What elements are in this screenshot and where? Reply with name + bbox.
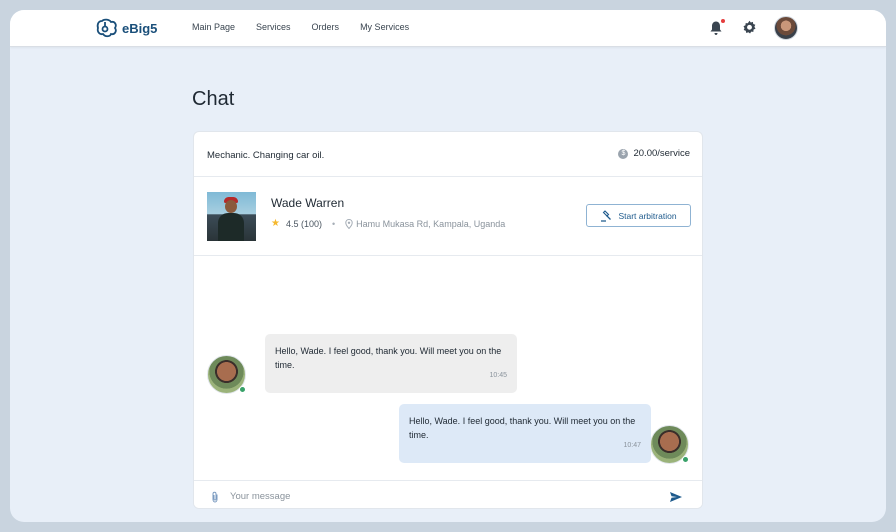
user-avatar[interactable] <box>774 16 798 40</box>
provider-name[interactable]: Wade Warren <box>271 196 344 210</box>
logo-text: eBig5 <box>122 20 158 36</box>
service-price: $ 20.00/service <box>618 148 690 159</box>
message-bubble-incoming: Hello, Wade. I feel good, thank you. Wil… <box>265 334 517 393</box>
location-pin-icon <box>345 218 353 229</box>
message-time: 10:45 <box>489 372 507 379</box>
gear-icon[interactable] <box>742 20 757 35</box>
start-arbitration-label: Start arbitration <box>618 210 677 221</box>
online-indicator <box>682 456 689 463</box>
paperclip-icon[interactable] <box>210 491 220 503</box>
coin-icon: $ <box>618 148 629 159</box>
provider-meta: ★ 4.5 (100) • Hamu Mukasa Rd, Kampala, U… <box>271 218 505 229</box>
message-bubble-outgoing: Hello, Wade. I feel good, thank you. Wil… <box>399 404 651 463</box>
top-navigation-bar: eBig5 Main Page Services Orders My Servi… <box>10 10 886 47</box>
notification-dot <box>721 19 725 23</box>
star-icon: ★ <box>271 218 280 229</box>
location-text: Hamu Mukasa Rd, Kampala, Uganda <box>356 218 506 229</box>
service-header: Mechanic. Changing car oil. $ 20.00/serv… <box>194 132 702 177</box>
main-nav: Main Page Services Orders My Services <box>192 22 409 32</box>
provider-photo <box>207 192 256 241</box>
message-text: Hello, Wade. I feel good, thank you. Wil… <box>275 346 502 370</box>
gavel-icon <box>601 209 612 222</box>
page-title: Chat <box>192 88 235 110</box>
nav-item-services[interactable]: Services <box>256 22 291 32</box>
send-icon[interactable] <box>669 491 683 503</box>
provider-location: Hamu Mukasa Rd, Kampala, Uganda <box>345 218 506 229</box>
provider-profile: Wade Warren ★ 4.5 (100) • Hamu Mukasa Rd… <box>194 178 702 256</box>
provider-rating: 4.5 (100) <box>285 218 322 229</box>
app-frame: eBig5 Main Page Services Orders My Servi… <box>10 10 886 522</box>
message-input[interactable] <box>230 486 650 506</box>
price-value: 20.00/service <box>633 148 690 159</box>
message-time: 10:47 <box>623 442 641 449</box>
message-text: Hello, Wade. I feel good, thank you. Wil… <box>409 416 636 440</box>
nav-item-main-page[interactable]: Main Page <box>192 22 235 32</box>
logo[interactable]: eBig5 <box>96 18 157 38</box>
separator-dot: • <box>332 218 336 229</box>
chat-card: Mechanic. Changing car oil. $ 20.00/serv… <box>193 131 703 509</box>
nav-item-orders[interactable]: Orders <box>312 22 340 32</box>
start-arbitration-button[interactable]: Start arbitration <box>586 204 691 227</box>
message-composer <box>194 480 702 508</box>
service-title: Mechanic. Changing car oil. <box>207 150 325 161</box>
online-indicator <box>239 386 246 393</box>
nav-item-my-services[interactable]: My Services <box>360 22 409 32</box>
logo-icon <box>96 18 117 38</box>
